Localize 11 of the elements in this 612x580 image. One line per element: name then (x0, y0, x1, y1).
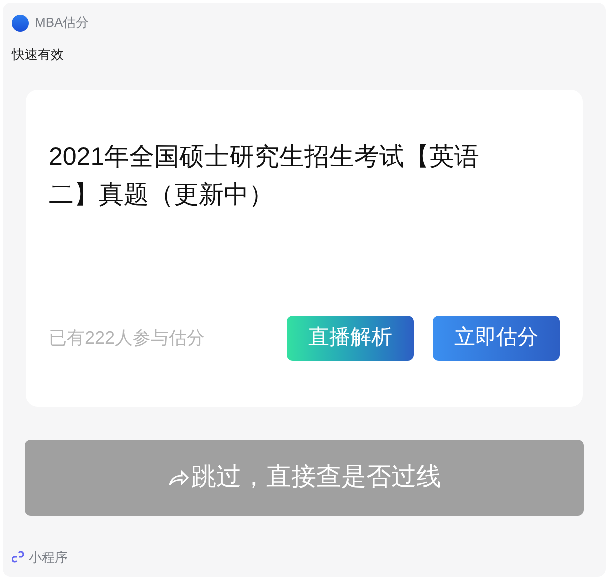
link-icon (12, 551, 24, 564)
account-name: MBA估分 (35, 14, 90, 32)
exam-title: 2021年全国硕士研究生招生考试【英语二】真题（更新中） (49, 142, 481, 210)
participant-count: 已有222人参与估分 (49, 326, 206, 350)
action-button[interactable]: 直播解析 (287, 316, 414, 360)
skip-button[interactable]: 跳过，直接查是否过线 (25, 440, 584, 516)
action-button[interactable]: 立即估分 (433, 316, 560, 360)
mini-program-label: 小程序 (29, 548, 68, 566)
share-arrow-icon (168, 468, 190, 486)
description: 快速有效 (12, 46, 65, 64)
logo-icon (12, 14, 29, 32)
